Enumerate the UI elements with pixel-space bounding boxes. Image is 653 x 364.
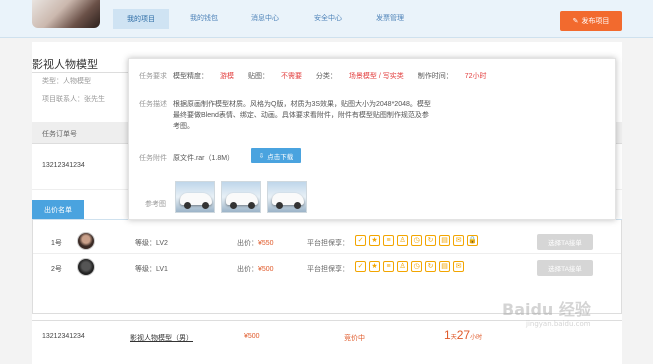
invoice-icon: ▤ [439, 235, 450, 246]
description-label: 任务描述 [139, 101, 167, 108]
task-description: 根据原画制作模型材质。风格为Q版，材质为3S效果，贴图大小为2048*2048。… [173, 101, 431, 130]
refresh-icon: ↻ [425, 235, 436, 246]
document-icon: ≡ [383, 261, 394, 272]
bidder-level: 等级：LV2 [135, 240, 168, 247]
guarantee-icons: ✓ ★ ≡ ♙ ◷ ↻ ▤ ✉ [355, 261, 464, 272]
choose-bidder-button[interactable]: 选择TA接单 [537, 260, 593, 276]
guarantee-label: 平台担保享： [307, 266, 349, 273]
task-detail-popup: 任务要求 模型精度： 游模 贴图： 不需要 分类： 场景模型 / 写实类 制作时间： 7… [128, 58, 616, 220]
bid-rank: 2号 [51, 266, 62, 273]
requirements-values: 模型精度： 游模 贴图： 不需要 分类： 场景模型 / 写实类 制作时间： 72小时 [173, 73, 487, 80]
guarantee-label: 平台担保享： [307, 240, 349, 247]
page-title: 影视人物模型 [32, 59, 98, 71]
nav-my-projects[interactable]: 我的项目 [113, 9, 169, 29]
bid-price: 出价：¥500 [237, 266, 274, 273]
lock-icon: 🔒 [467, 235, 478, 246]
watermark: Baidu 经验 jingyan.baidu.com [502, 300, 591, 328]
user-avatar[interactable] [32, 0, 100, 28]
project-owner: 项目联系人：张先生 [42, 96, 105, 103]
guarantee-icons: ✓ ★ ≡ ♙ ◷ ↻ ▤ ✉ 🔒 [355, 235, 478, 246]
bidder-avatar[interactable] [77, 258, 95, 276]
star-icon: ★ [369, 261, 380, 272]
countdown: 1天27小时 [444, 328, 483, 342]
user-icon: ♙ [397, 235, 408, 246]
status-badge: 竞价中 [344, 335, 365, 342]
order-no-header: 任务订单号 [42, 131, 77, 138]
bidder-avatar[interactable] [77, 232, 95, 250]
bid-row: 1号 等级：LV2 出价：¥550 平台担保享： ✓ ★ ≡ ♙ ◷ ↻ ▤ ✉… [33, 230, 621, 254]
bidder-level: 等级：LV1 [135, 266, 168, 273]
top-navigation: 我的项目 我的钱包 消息中心 安全中心 发票管理 ✎ 发布项目 [0, 0, 653, 38]
reference-thumbnail[interactable] [175, 181, 215, 213]
invoice-icon: ▤ [439, 261, 450, 272]
shield-icon: ✓ [355, 235, 366, 246]
refresh-icon: ↻ [425, 261, 436, 272]
nav-message-center[interactable]: 消息中心 [251, 13, 279, 23]
mail-icon: ✉ [453, 261, 464, 272]
reference-thumbnail[interactable] [267, 181, 307, 213]
document-icon: ≡ [383, 235, 394, 246]
attachment-file: 原文件.rar（1.8M） [173, 155, 235, 162]
publish-project-button[interactable]: ✎ 发布项目 [560, 11, 622, 31]
user-icon: ♙ [397, 261, 408, 272]
reference-label: 参考图 [145, 201, 166, 208]
reference-thumbnail[interactable] [221, 181, 261, 213]
bid-rank: 1号 [51, 240, 62, 247]
edit-icon: ✎ [572, 18, 579, 25]
nav-my-wallet[interactable]: 我的钱包 [190, 13, 218, 23]
tab-bid-list[interactable]: 出价名单 [32, 200, 84, 220]
bid-row: 2号 等级：LV1 出价：¥500 平台担保享： ✓ ★ ≡ ♙ ◷ ↻ ▤ ✉… [33, 256, 621, 280]
choose-bidder-button[interactable]: 选择TA接单 [537, 234, 593, 250]
attachment-label: 任务附件 [139, 155, 167, 162]
reference-images [175, 181, 307, 213]
project-amount: ¥500 [244, 333, 260, 340]
requirements-label: 任务要求 [139, 73, 167, 80]
download-button[interactable]: ⇩ 点击下载 [251, 148, 301, 163]
nav-security-center[interactable]: 安全中心 [314, 13, 342, 23]
shield-icon: ✓ [355, 261, 366, 272]
project-link[interactable]: 影视人物模型（男） [130, 333, 193, 343]
project-category: 类型：人物模型 [42, 78, 91, 85]
bid-price: 出价：¥550 [237, 240, 274, 247]
order-number: 13212341234 [42, 162, 85, 169]
order-number: 13212341234 [42, 333, 85, 340]
clock-icon: ◷ [411, 235, 422, 246]
star-icon: ★ [369, 235, 380, 246]
mail-icon: ✉ [453, 235, 464, 246]
clock-icon: ◷ [411, 261, 422, 272]
download-icon: ⇩ [258, 152, 265, 160]
title-divider [32, 72, 128, 73]
nav-invoice-management[interactable]: 发票管理 [376, 13, 404, 23]
